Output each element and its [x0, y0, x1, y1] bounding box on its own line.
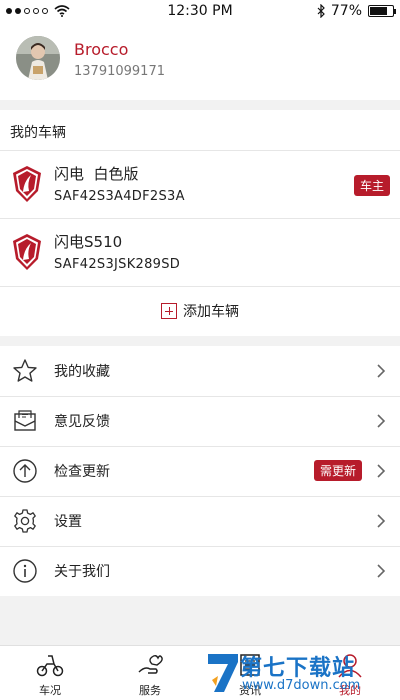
bluetooth-icon	[317, 4, 325, 18]
battery-icon	[368, 5, 396, 17]
add-vehicle-button[interactable]: 添加车辆	[0, 286, 400, 336]
menu-label: 检查更新	[54, 464, 110, 480]
chevron-right-icon	[377, 414, 386, 428]
brand-shield-icon	[13, 234, 41, 270]
profile-header[interactable]: Brocco 13791099171	[0, 24, 400, 100]
chevron-right-icon	[377, 514, 386, 528]
owner-badge: 车主	[353, 175, 390, 196]
vehicle-name: 闪电 白色版	[54, 165, 139, 183]
vehicle-item[interactable]: 闪电 白色版 SAF42S3A4DF2S3A 车主	[0, 151, 400, 218]
menu-label: 关于我们	[54, 564, 110, 580]
add-vehicle-label: 添加车辆	[183, 304, 239, 320]
feedback-icon	[14, 410, 36, 431]
vehicle-item[interactable]: 闪电S510 SAF42S3JSK289SD	[0, 219, 400, 286]
scooter-icon	[36, 655, 64, 677]
watermark-url: www.d7down.com	[242, 678, 361, 693]
menu-item-about[interactable]: 关于我们	[0, 546, 400, 596]
menu-label: 意见反馈	[54, 414, 110, 430]
battery-percent: 77%	[330, 3, 362, 19]
tab-vehicle-status[interactable]: 车况	[0, 646, 100, 700]
update-badge: 需更新	[313, 460, 362, 481]
site-watermark: 第七下载站 www.d7down.com	[206, 648, 396, 698]
status-bar: 12:30 PM 77%	[0, 0, 400, 24]
menu-label: 我的收藏	[54, 364, 110, 380]
tab-label: 服务	[139, 684, 161, 697]
brand-shield-icon	[13, 166, 41, 202]
avatar[interactable]	[16, 36, 60, 80]
update-icon	[13, 459, 37, 483]
info-icon	[13, 559, 37, 583]
menu-item-check-update[interactable]: 检查更新 需更新	[0, 446, 400, 496]
vehicle-name: 闪电S510	[54, 233, 123, 251]
settings-menu: 我的收藏 意见反馈 检查更新 需更新 设置 关于我们	[0, 346, 400, 596]
profile-name: Brocco	[74, 40, 129, 59]
battery-fill	[370, 7, 387, 15]
tab-label: 车况	[39, 684, 61, 697]
chevron-right-icon	[377, 564, 386, 578]
chevron-right-icon	[377, 364, 386, 378]
add-icon	[161, 303, 177, 319]
menu-item-favorites[interactable]: 我的收藏	[0, 346, 400, 396]
star-icon	[13, 359, 37, 382]
profile-phone: 13791099171	[74, 64, 165, 79]
watermark-logo-icon	[208, 654, 238, 692]
menu-item-feedback[interactable]: 意见反馈	[0, 396, 400, 446]
tab-service[interactable]: 服务	[100, 646, 200, 700]
section-title-vehicles: 我的车辆	[10, 125, 66, 141]
status-right: 77%	[317, 3, 396, 19]
menu-item-settings[interactable]: 设置	[0, 496, 400, 546]
avatar-photo	[16, 36, 60, 80]
service-icon	[138, 655, 163, 674]
vehicle-vin: SAF42S3A4DF2S3A	[54, 189, 185, 204]
vehicle-vin: SAF42S3JSK289SD	[54, 257, 181, 272]
chevron-right-icon	[377, 464, 386, 478]
settings-icon	[14, 509, 36, 533]
menu-label: 设置	[54, 514, 82, 530]
my-vehicles-card: 我的车辆 闪电 白色版 SAF42S3A4DF2S3A 车主 闪电S510 SA…	[0, 110, 400, 336]
